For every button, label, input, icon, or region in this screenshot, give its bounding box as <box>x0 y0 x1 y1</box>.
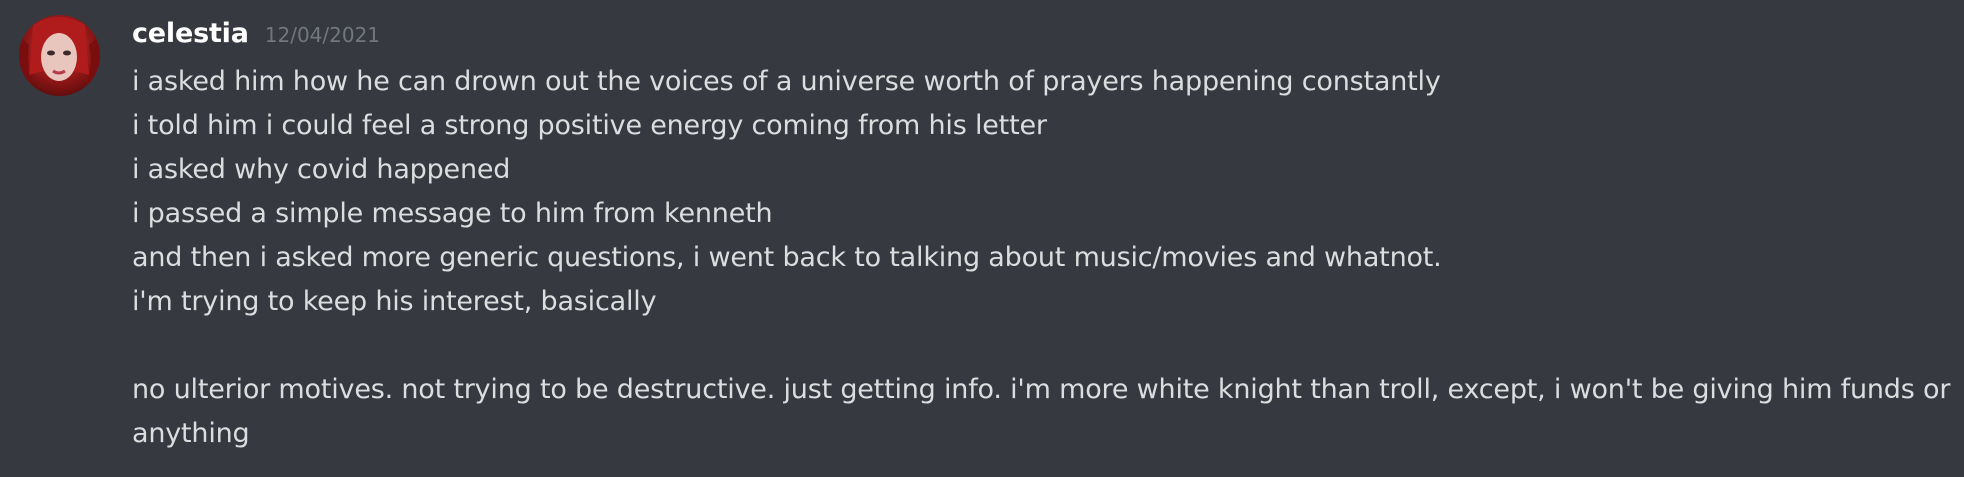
message-header: celestia 12/04/2021 <box>132 18 1934 60</box>
message-line: i told him i could feel a strong positiv… <box>132 110 1047 141</box>
timestamp[interactable]: 12/04/2021 <box>265 23 380 47</box>
message-line: no ulterior motives. not trying to be de… <box>132 374 1951 449</box>
user-avatar[interactable] <box>19 15 100 96</box>
message-line: i'm trying to keep his interest, basical… <box>132 286 657 317</box>
message-content: celestia 12/04/2021 i asked him how he c… <box>132 18 1950 456</box>
chat-message: celestia 12/04/2021 i asked him how he c… <box>0 0 1964 477</box>
message-line: and then i asked more generic questions,… <box>132 242 1442 273</box>
message-line: i passed a simple message to him from ke… <box>132 198 773 229</box>
message-line: i asked him how he can drown out the voi… <box>132 66 1441 97</box>
message-body: i asked him how he can drown out the voi… <box>132 60 1950 456</box>
message-line: i asked why covid happened <box>132 154 511 185</box>
username[interactable]: celestia <box>132 18 249 49</box>
avatar-image <box>19 15 100 96</box>
